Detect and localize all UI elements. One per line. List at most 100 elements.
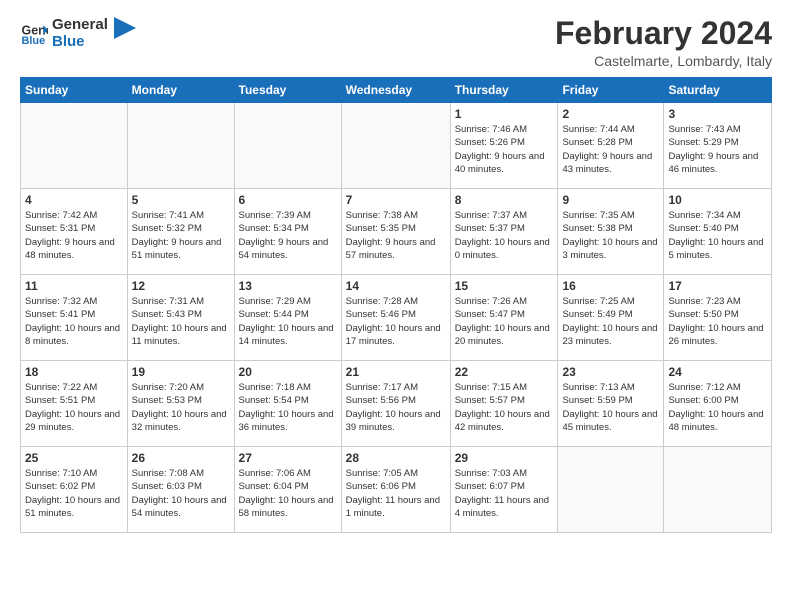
day-number: 11 [25, 279, 123, 293]
page: General Blue General Blue February 2024 … [0, 0, 792, 612]
day-info: Sunrise: 7:18 AM Sunset: 5:54 PM Dayligh… [239, 381, 337, 434]
table-row: 21 Sunrise: 7:17 AM Sunset: 5:56 PM Dayli… [341, 361, 450, 447]
day-number: 23 [562, 365, 659, 379]
table-row: 13 Sunrise: 7:29 AM Sunset: 5:44 PM Dayli… [234, 275, 341, 361]
table-row [127, 103, 234, 189]
day-info: Sunrise: 7:43 AM Sunset: 5:29 PM Dayligh… [668, 123, 767, 176]
col-friday: Friday [558, 78, 664, 103]
table-row: 9 Sunrise: 7:35 AM Sunset: 5:38 PM Daylig… [558, 189, 664, 275]
logo-blue: Blue [52, 33, 108, 50]
table-row: 29Sunrise: 7:03 AM Sunset: 6:07 PM Dayli… [450, 447, 558, 533]
table-row: 6 Sunrise: 7:39 AM Sunset: 5:34 PM Daylig… [234, 189, 341, 275]
table-row: 25 Sunrise: 7:10 AM Sunset: 6:02 PM Dayli… [21, 447, 128, 533]
logo-arrow-icon [114, 17, 136, 39]
title-block: February 2024 Castelmarte, Lombardy, Ita… [555, 16, 772, 69]
day-number: 14 [346, 279, 446, 293]
day-number: 25 [25, 451, 123, 465]
col-saturday: Saturday [664, 78, 772, 103]
calendar-week-row: 4 Sunrise: 7:42 AM Sunset: 5:31 PM Daylig… [21, 189, 772, 275]
day-number: 19 [132, 365, 230, 379]
day-info: Sunrise: 7:05 AM Sunset: 6:06 PM Dayligh… [346, 467, 446, 520]
day-number: 24 [668, 365, 767, 379]
day-info: Sunrise: 7:29 AM Sunset: 5:44 PM Dayligh… [239, 295, 337, 348]
main-title: February 2024 [555, 16, 772, 51]
day-info: Sunrise: 7:37 AM Sunset: 5:37 PM Dayligh… [455, 209, 554, 262]
day-info: Sunrise: 7:46 AM Sunset: 5:26 PM Dayligh… [455, 123, 554, 176]
day-info: Sunrise: 7:32 AM Sunset: 5:41 PM Dayligh… [25, 295, 123, 348]
table-row: 5 Sunrise: 7:41 AM Sunset: 5:32 PM Daylig… [127, 189, 234, 275]
day-info: Sunrise: 7:23 AM Sunset: 5:50 PM Dayligh… [668, 295, 767, 348]
day-number: 8 [455, 193, 554, 207]
table-row: 3 Sunrise: 7:43 AM Sunset: 5:29 PM Daylig… [664, 103, 772, 189]
day-info: Sunrise: 7:15 AM Sunset: 5:57 PM Dayligh… [455, 381, 554, 434]
table-row: 20 Sunrise: 7:18 AM Sunset: 5:54 PM Dayli… [234, 361, 341, 447]
table-row: 26Sunrise: 7:08 AM Sunset: 6:03 PM Dayli… [127, 447, 234, 533]
day-info: Sunrise: 7:03 AM Sunset: 6:07 PM Dayligh… [455, 467, 554, 520]
day-info: Sunrise: 7:39 AM Sunset: 5:34 PM Dayligh… [239, 209, 337, 262]
day-number: 17 [668, 279, 767, 293]
day-info: Sunrise: 7:44 AM Sunset: 5:28 PM Dayligh… [562, 123, 659, 176]
logo-icon: General Blue [20, 19, 48, 47]
day-info: Sunrise: 7:17 AM Sunset: 5:56 PM Dayligh… [346, 381, 446, 434]
table-row [664, 447, 772, 533]
day-info: Sunrise: 7:12 AM Sunset: 6:00 PM Dayligh… [668, 381, 767, 434]
day-number: 13 [239, 279, 337, 293]
logo-general: General [52, 16, 108, 33]
day-number: 5 [132, 193, 230, 207]
day-number: 3 [668, 107, 767, 121]
table-row: 16 Sunrise: 7:25 AM Sunset: 5:49 PM Dayli… [558, 275, 664, 361]
day-number: 4 [25, 193, 123, 207]
calendar-week-row: 18Sunrise: 7:22 AM Sunset: 5:51 PM Dayli… [21, 361, 772, 447]
day-info: Sunrise: 7:28 AM Sunset: 5:46 PM Dayligh… [346, 295, 446, 348]
day-info: Sunrise: 7:08 AM Sunset: 6:03 PM Dayligh… [132, 467, 230, 520]
day-info: Sunrise: 7:26 AM Sunset: 5:47 PM Dayligh… [455, 295, 554, 348]
day-number: 28 [346, 451, 446, 465]
day-info: Sunrise: 7:06 AM Sunset: 6:04 PM Dayligh… [239, 467, 337, 520]
day-number: 9 [562, 193, 659, 207]
day-info: Sunrise: 7:25 AM Sunset: 5:49 PM Dayligh… [562, 295, 659, 348]
table-row: 22 Sunrise: 7:15 AM Sunset: 5:57 PM Dayli… [450, 361, 558, 447]
table-row: 4 Sunrise: 7:42 AM Sunset: 5:31 PM Daylig… [21, 189, 128, 275]
day-number: 21 [346, 365, 446, 379]
table-row: 24 Sunrise: 7:12 AM Sunset: 6:00 PM Dayli… [664, 361, 772, 447]
day-number: 22 [455, 365, 554, 379]
col-thursday: Thursday [450, 78, 558, 103]
day-number: 16 [562, 279, 659, 293]
day-number: 6 [239, 193, 337, 207]
calendar-table: Sunday Monday Tuesday Wednesday Thursday… [20, 77, 772, 533]
table-row: 7 Sunrise: 7:38 AM Sunset: 5:35 PM Daylig… [341, 189, 450, 275]
table-row: 8 Sunrise: 7:37 AM Sunset: 5:37 PM Daylig… [450, 189, 558, 275]
table-row: 17 Sunrise: 7:23 AM Sunset: 5:50 PM Dayli… [664, 275, 772, 361]
table-row: 12 Sunrise: 7:31 AM Sunset: 5:43 PM Dayli… [127, 275, 234, 361]
table-row: 2Sunrise: 7:44 AM Sunset: 5:28 PM Daylig… [558, 103, 664, 189]
day-info: Sunrise: 7:38 AM Sunset: 5:35 PM Dayligh… [346, 209, 446, 262]
table-row [341, 103, 450, 189]
day-number: 1 [455, 107, 554, 121]
day-info: Sunrise: 7:41 AM Sunset: 5:32 PM Dayligh… [132, 209, 230, 262]
table-row: 23 Sunrise: 7:13 AM Sunset: 5:59 PM Dayli… [558, 361, 664, 447]
day-number: 7 [346, 193, 446, 207]
table-row: 11 Sunrise: 7:32 AM Sunset: 5:41 PM Dayli… [21, 275, 128, 361]
day-number: 12 [132, 279, 230, 293]
calendar-week-row: 11 Sunrise: 7:32 AM Sunset: 5:41 PM Dayli… [21, 275, 772, 361]
calendar-week-row: 25 Sunrise: 7:10 AM Sunset: 6:02 PM Dayli… [21, 447, 772, 533]
table-row: 1 Sunrise: 7:46 AM Sunset: 5:26 PM Daylig… [450, 103, 558, 189]
day-info: Sunrise: 7:10 AM Sunset: 6:02 PM Dayligh… [25, 467, 123, 520]
col-tuesday: Tuesday [234, 78, 341, 103]
table-row: 19Sunrise: 7:20 AM Sunset: 5:53 PM Dayli… [127, 361, 234, 447]
day-info: Sunrise: 7:31 AM Sunset: 5:43 PM Dayligh… [132, 295, 230, 348]
table-row: 10Sunrise: 7:34 AM Sunset: 5:40 PM Dayli… [664, 189, 772, 275]
col-wednesday: Wednesday [341, 78, 450, 103]
day-info: Sunrise: 7:35 AM Sunset: 5:38 PM Dayligh… [562, 209, 659, 262]
day-info: Sunrise: 7:34 AM Sunset: 5:40 PM Dayligh… [668, 209, 767, 262]
day-info: Sunrise: 7:42 AM Sunset: 5:31 PM Dayligh… [25, 209, 123, 262]
subtitle: Castelmarte, Lombardy, Italy [555, 53, 772, 69]
calendar-header-row: Sunday Monday Tuesday Wednesday Thursday… [21, 78, 772, 103]
table-row: 27 Sunrise: 7:06 AM Sunset: 6:04 PM Dayli… [234, 447, 341, 533]
day-info: Sunrise: 7:13 AM Sunset: 5:59 PM Dayligh… [562, 381, 659, 434]
table-row [234, 103, 341, 189]
header: General Blue General Blue February 2024 … [20, 16, 772, 69]
day-number: 27 [239, 451, 337, 465]
table-row: 18Sunrise: 7:22 AM Sunset: 5:51 PM Dayli… [21, 361, 128, 447]
day-number: 20 [239, 365, 337, 379]
